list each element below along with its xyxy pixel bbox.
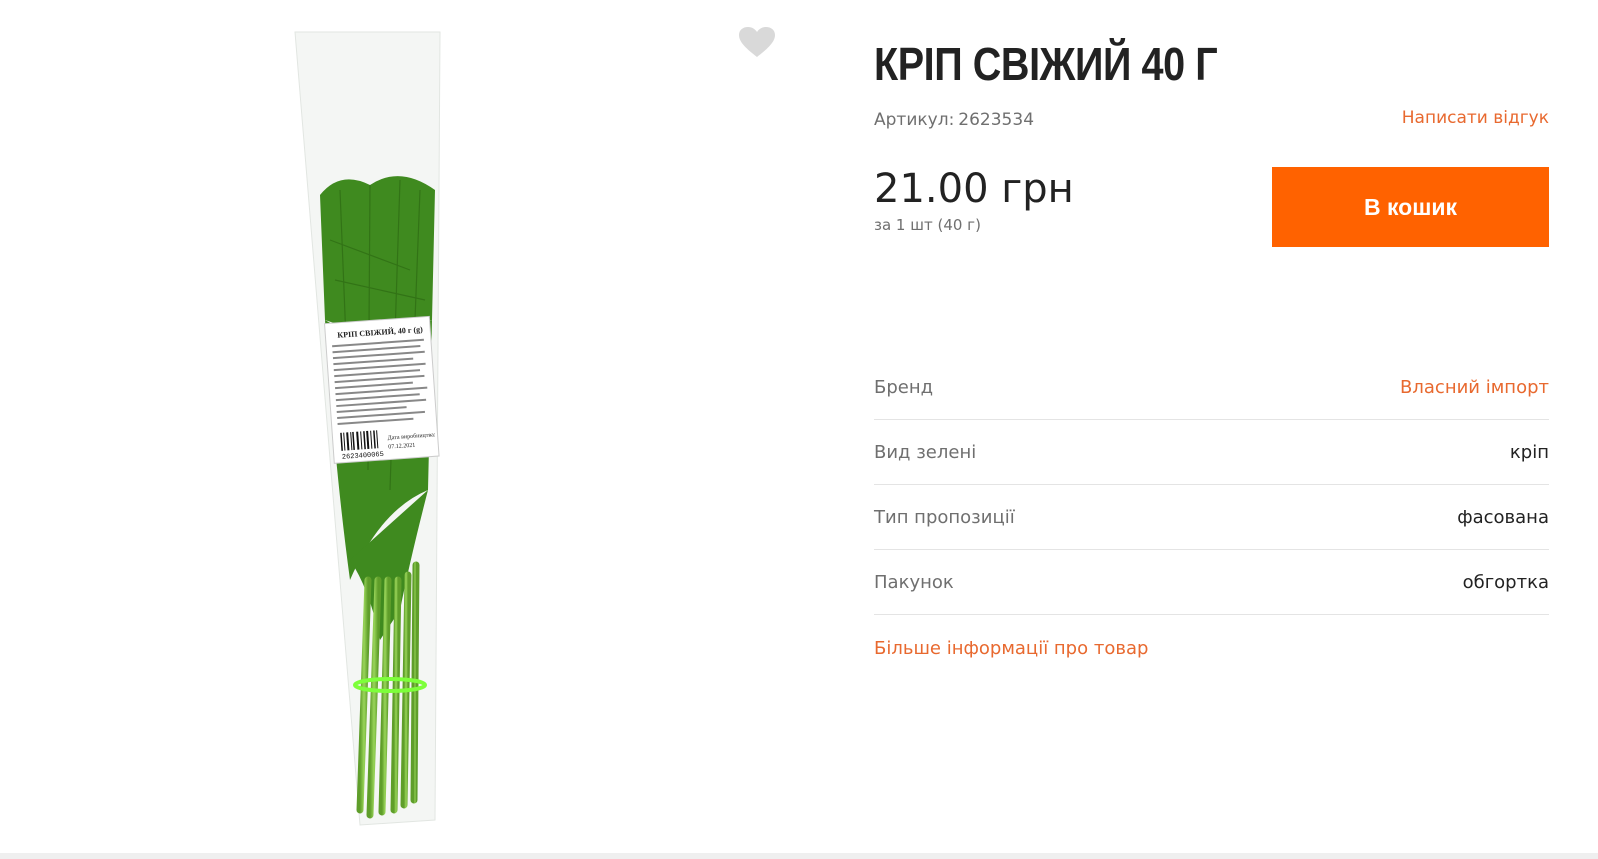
spec-label: Вид зелені (874, 441, 977, 463)
more-info-link[interactable]: Більше інформації про товар (874, 638, 1148, 659)
spec-label: Пакунок (874, 571, 954, 593)
spec-row-offer-type: Тип пропозиції фасована (874, 485, 1549, 550)
spec-value: кріп (1509, 441, 1549, 463)
sku: Артикул: 2623534 (874, 110, 1034, 130)
product-price: 21.00 грн (874, 166, 1074, 212)
product-title: КРІП СВІЖИЙ 40 Г (874, 38, 1218, 90)
specs-table: Бренд Власний імпорт Вид зелені кріп Тип… (874, 355, 1549, 615)
heart-icon (739, 27, 775, 57)
sku-value: 2623534 (958, 110, 1035, 130)
spec-value: обгортка (1462, 571, 1549, 593)
spec-row-brand: Бренд Власний імпорт (874, 355, 1549, 420)
write-review-link[interactable]: Написати відгук (1402, 108, 1549, 128)
spec-label: Тип пропозиції (874, 506, 1015, 528)
spec-label: Бренд (874, 376, 934, 398)
spec-value: фасована (1457, 506, 1549, 528)
spec-row-package: Пакунок обгортка (874, 550, 1549, 615)
product-gallery: КРІП СВІЖИЙ, 40 г (g) 2623400065 Дата ви… (0, 0, 800, 845)
page-bottom-divider (0, 853, 1598, 859)
add-to-cart-button[interactable]: В кошик (1272, 167, 1549, 247)
price-unit: за 1 шт (40 г) (874, 216, 981, 234)
sku-label: Артикул: (874, 110, 955, 130)
wishlist-button[interactable] (738, 26, 776, 60)
spec-row-greens-type: Вид зелені кріп (874, 420, 1549, 485)
product-image: КРІП СВІЖИЙ, 40 г (g) 2623400065 Дата ви… (294, 31, 441, 826)
spec-value-brand-link[interactable]: Власний імпорт (1400, 377, 1549, 398)
